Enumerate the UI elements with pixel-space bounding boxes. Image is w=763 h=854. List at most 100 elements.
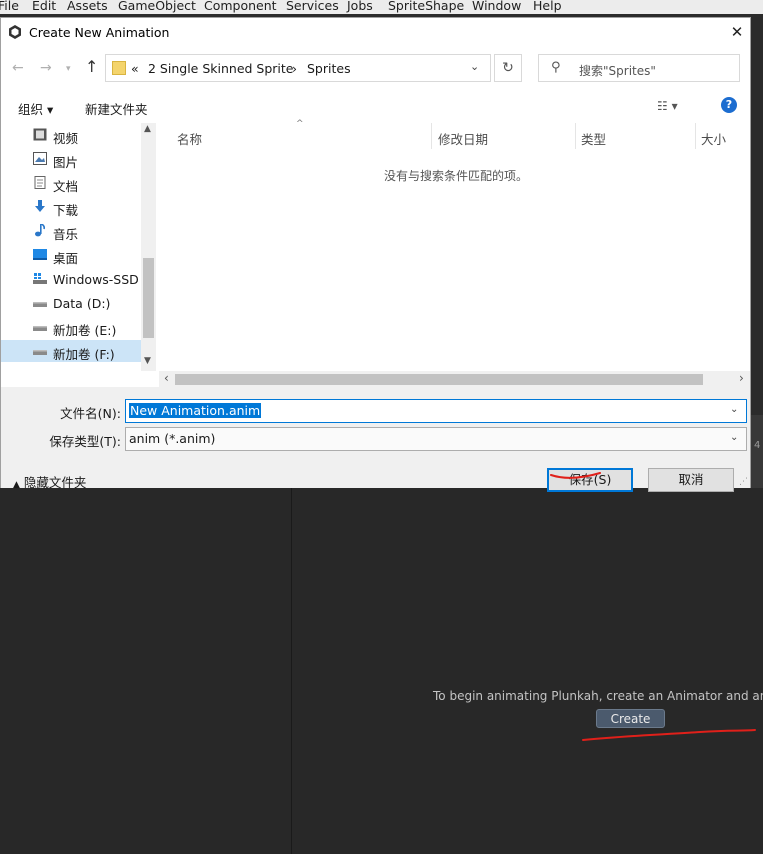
scroll-left-icon[interactable]: ‹ — [164, 371, 169, 385]
search-box[interactable]: ⚲ 搜索"Sprites" — [538, 54, 740, 82]
animation-hint-text: To begin animating Plunkah, create an An… — [433, 689, 763, 703]
forward-arrow-icon[interactable]: → — [40, 60, 52, 76]
chevron-up-icon: ▲ — [13, 480, 20, 490]
save-dialog: Create New Animation ✕ ← → ▾ ↑ « 2 Singl… — [0, 17, 751, 492]
menu-help[interactable]: Help — [533, 0, 562, 13]
pictures-icon — [33, 152, 47, 165]
animation-window — [0, 488, 763, 854]
nav-item-pictures[interactable]: 图片 — [1, 148, 141, 170]
nav-item-desktop[interactable]: 桌面 — [1, 244, 141, 266]
menu-file[interactable]: File — [0, 0, 19, 13]
unity-logo-icon — [9, 25, 21, 39]
filename-dropdown-chevron-icon[interactable]: ⌄ — [730, 404, 738, 415]
music-icon — [35, 224, 46, 237]
close-icon[interactable]: ✕ — [728, 23, 746, 41]
nav-item-windows-ssd[interactable]: Windows-SSD — [1, 268, 141, 290]
nav-item-label: 新加卷 (E:) — [53, 323, 117, 338]
filename-input[interactable]: New Animation.anim ⌄ — [125, 399, 747, 423]
address-dropdown-chevron-icon[interactable]: ⌄ — [470, 60, 479, 73]
drive-icon — [33, 350, 47, 355]
sort-ascending-icon: ^ — [296, 119, 304, 129]
filetype-dropdown-chevron-icon[interactable]: ⌄ — [730, 432, 738, 443]
folder-icon — [112, 61, 126, 75]
search-input[interactable]: 搜索"Sprites" — [579, 62, 656, 79]
menu-spriteshape[interactable]: SpriteShape — [388, 0, 464, 13]
nav-item-volume-e[interactable]: 新加卷 (E:) — [1, 316, 141, 338]
nav-item-label: 下载 — [53, 203, 79, 218]
breadcrumb-overflow[interactable]: « — [131, 61, 139, 76]
column-separator[interactable] — [575, 123, 576, 149]
empty-folder-message: 没有与搜索条件匹配的项。 — [384, 169, 529, 183]
new-folder-button[interactable]: 新建文件夹 — [85, 99, 148, 118]
desktop-icon — [33, 249, 47, 260]
menu-services[interactable]: Services — [286, 0, 339, 13]
unity-side-strip: 4 — [751, 415, 763, 488]
downloads-icon — [35, 200, 45, 212]
refresh-icon[interactable]: ↻ — [494, 54, 522, 82]
column-header-modified[interactable]: 修改日期 — [438, 129, 488, 148]
filename-label: 文件名(N): — [60, 406, 121, 421]
nav-item-label: 新加卷 (F:) — [53, 347, 115, 362]
navigation-bar: ← → ▾ ↑ « 2 Single Skinned Sprite › Spri… — [1, 52, 750, 86]
filetype-label: 保存类型(T): — [49, 434, 121, 449]
scroll-right-icon[interactable]: › — [739, 371, 744, 385]
file-list: ^ 名称 修改日期 类型 大小 没有与搜索条件匹配的项。 — [159, 119, 750, 371]
breadcrumb-current[interactable]: Sprites — [307, 61, 351, 76]
column-header-size[interactable]: 大小 — [701, 129, 726, 148]
filetype-value: anim (*.anim) — [129, 431, 216, 446]
search-icon: ⚲ — [551, 60, 561, 75]
horizontal-scrollbar-thumb[interactable] — [175, 374, 703, 385]
column-separator[interactable] — [431, 123, 432, 149]
annotation-underline-create — [582, 729, 756, 741]
address-bar[interactable]: « 2 Single Skinned Sprite › Sprites ⌄ — [105, 54, 491, 82]
menu-window[interactable]: Window — [472, 0, 521, 13]
nav-pane-scrollbar-thumb[interactable] — [143, 258, 154, 338]
nav-item-music[interactable]: 音乐 — [1, 220, 141, 242]
nav-item-volume-f[interactable]: 新加卷 (F:) — [1, 340, 141, 362]
save-form: 文件名(N): New Animation.anim ⌄ 保存类型(T): an… — [1, 387, 750, 492]
nav-item-label: Windows-SSD — [53, 272, 139, 287]
menu-gameobject[interactable]: GameObject — [118, 0, 196, 13]
nav-item-label: 图片 — [53, 155, 79, 170]
organize-button[interactable]: 组织 ▾ — [18, 99, 53, 118]
filename-value[interactable]: New Animation.anim — [129, 403, 262, 418]
back-arrow-icon[interactable]: ← — [12, 60, 24, 76]
column-header-type[interactable]: 类型 — [581, 129, 606, 148]
nav-item-label: 音乐 — [53, 227, 79, 242]
view-options-icon[interactable]: ☷ ▾ — [657, 99, 678, 113]
side-number: 4 — [754, 440, 761, 451]
menu-assets[interactable]: Assets — [67, 0, 108, 13]
help-icon[interactable]: ? — [721, 97, 737, 113]
scroll-up-icon[interactable]: ▲ — [144, 124, 151, 134]
filetype-select[interactable]: anim (*.anim) ⌄ — [125, 427, 747, 451]
menu-edit[interactable]: Edit — [32, 0, 56, 13]
nav-item-downloads[interactable]: 下载 — [1, 196, 141, 218]
system-drive-icon — [33, 273, 47, 284]
cancel-button[interactable]: 取消 — [648, 468, 734, 492]
documents-icon — [34, 176, 46, 189]
drive-icon — [33, 326, 47, 331]
menu-jobs[interactable]: Jobs — [347, 0, 373, 13]
column-header-name[interactable]: 名称 — [177, 129, 202, 148]
breadcrumb-parent[interactable]: 2 Single Skinned Sprite — [148, 61, 294, 76]
file-list-horizontal-scrollbar[interactable]: ‹ › — [159, 371, 750, 387]
nav-item-label: Data (D:) — [53, 296, 111, 311]
panel-divider — [291, 488, 292, 854]
hide-folders-toggle[interactable]: ▲ 隐藏文件夹 — [13, 472, 86, 491]
nav-item-data-d[interactable]: Data (D:) — [1, 292, 141, 314]
nav-item-documents[interactable]: 文档 — [1, 172, 141, 194]
hide-folders-label: 隐藏文件夹 — [23, 475, 87, 490]
nav-item-videos[interactable]: 视频 — [1, 124, 141, 146]
annotation-underline-save — [550, 472, 601, 479]
up-arrow-icon[interactable]: ↑ — [85, 57, 98, 76]
nav-item-label: 文档 — [53, 179, 79, 194]
scroll-down-icon[interactable]: ▼ — [144, 356, 151, 366]
command-toolbar: 组织 ▾ 新建文件夹 ☷ ▾ ? — [1, 93, 750, 121]
menu-component[interactable]: Component — [204, 0, 277, 13]
nav-pane-scrollbar[interactable]: ▲ ▼ — [141, 123, 156, 371]
dialog-titlebar: Create New Animation ✕ — [1, 18, 750, 48]
recent-locations-chevron-icon[interactable]: ▾ — [66, 64, 71, 74]
resize-grip-icon[interactable]: ⋰ — [739, 477, 748, 487]
dialog-title: Create New Animation — [29, 25, 170, 40]
column-separator[interactable] — [695, 123, 696, 149]
